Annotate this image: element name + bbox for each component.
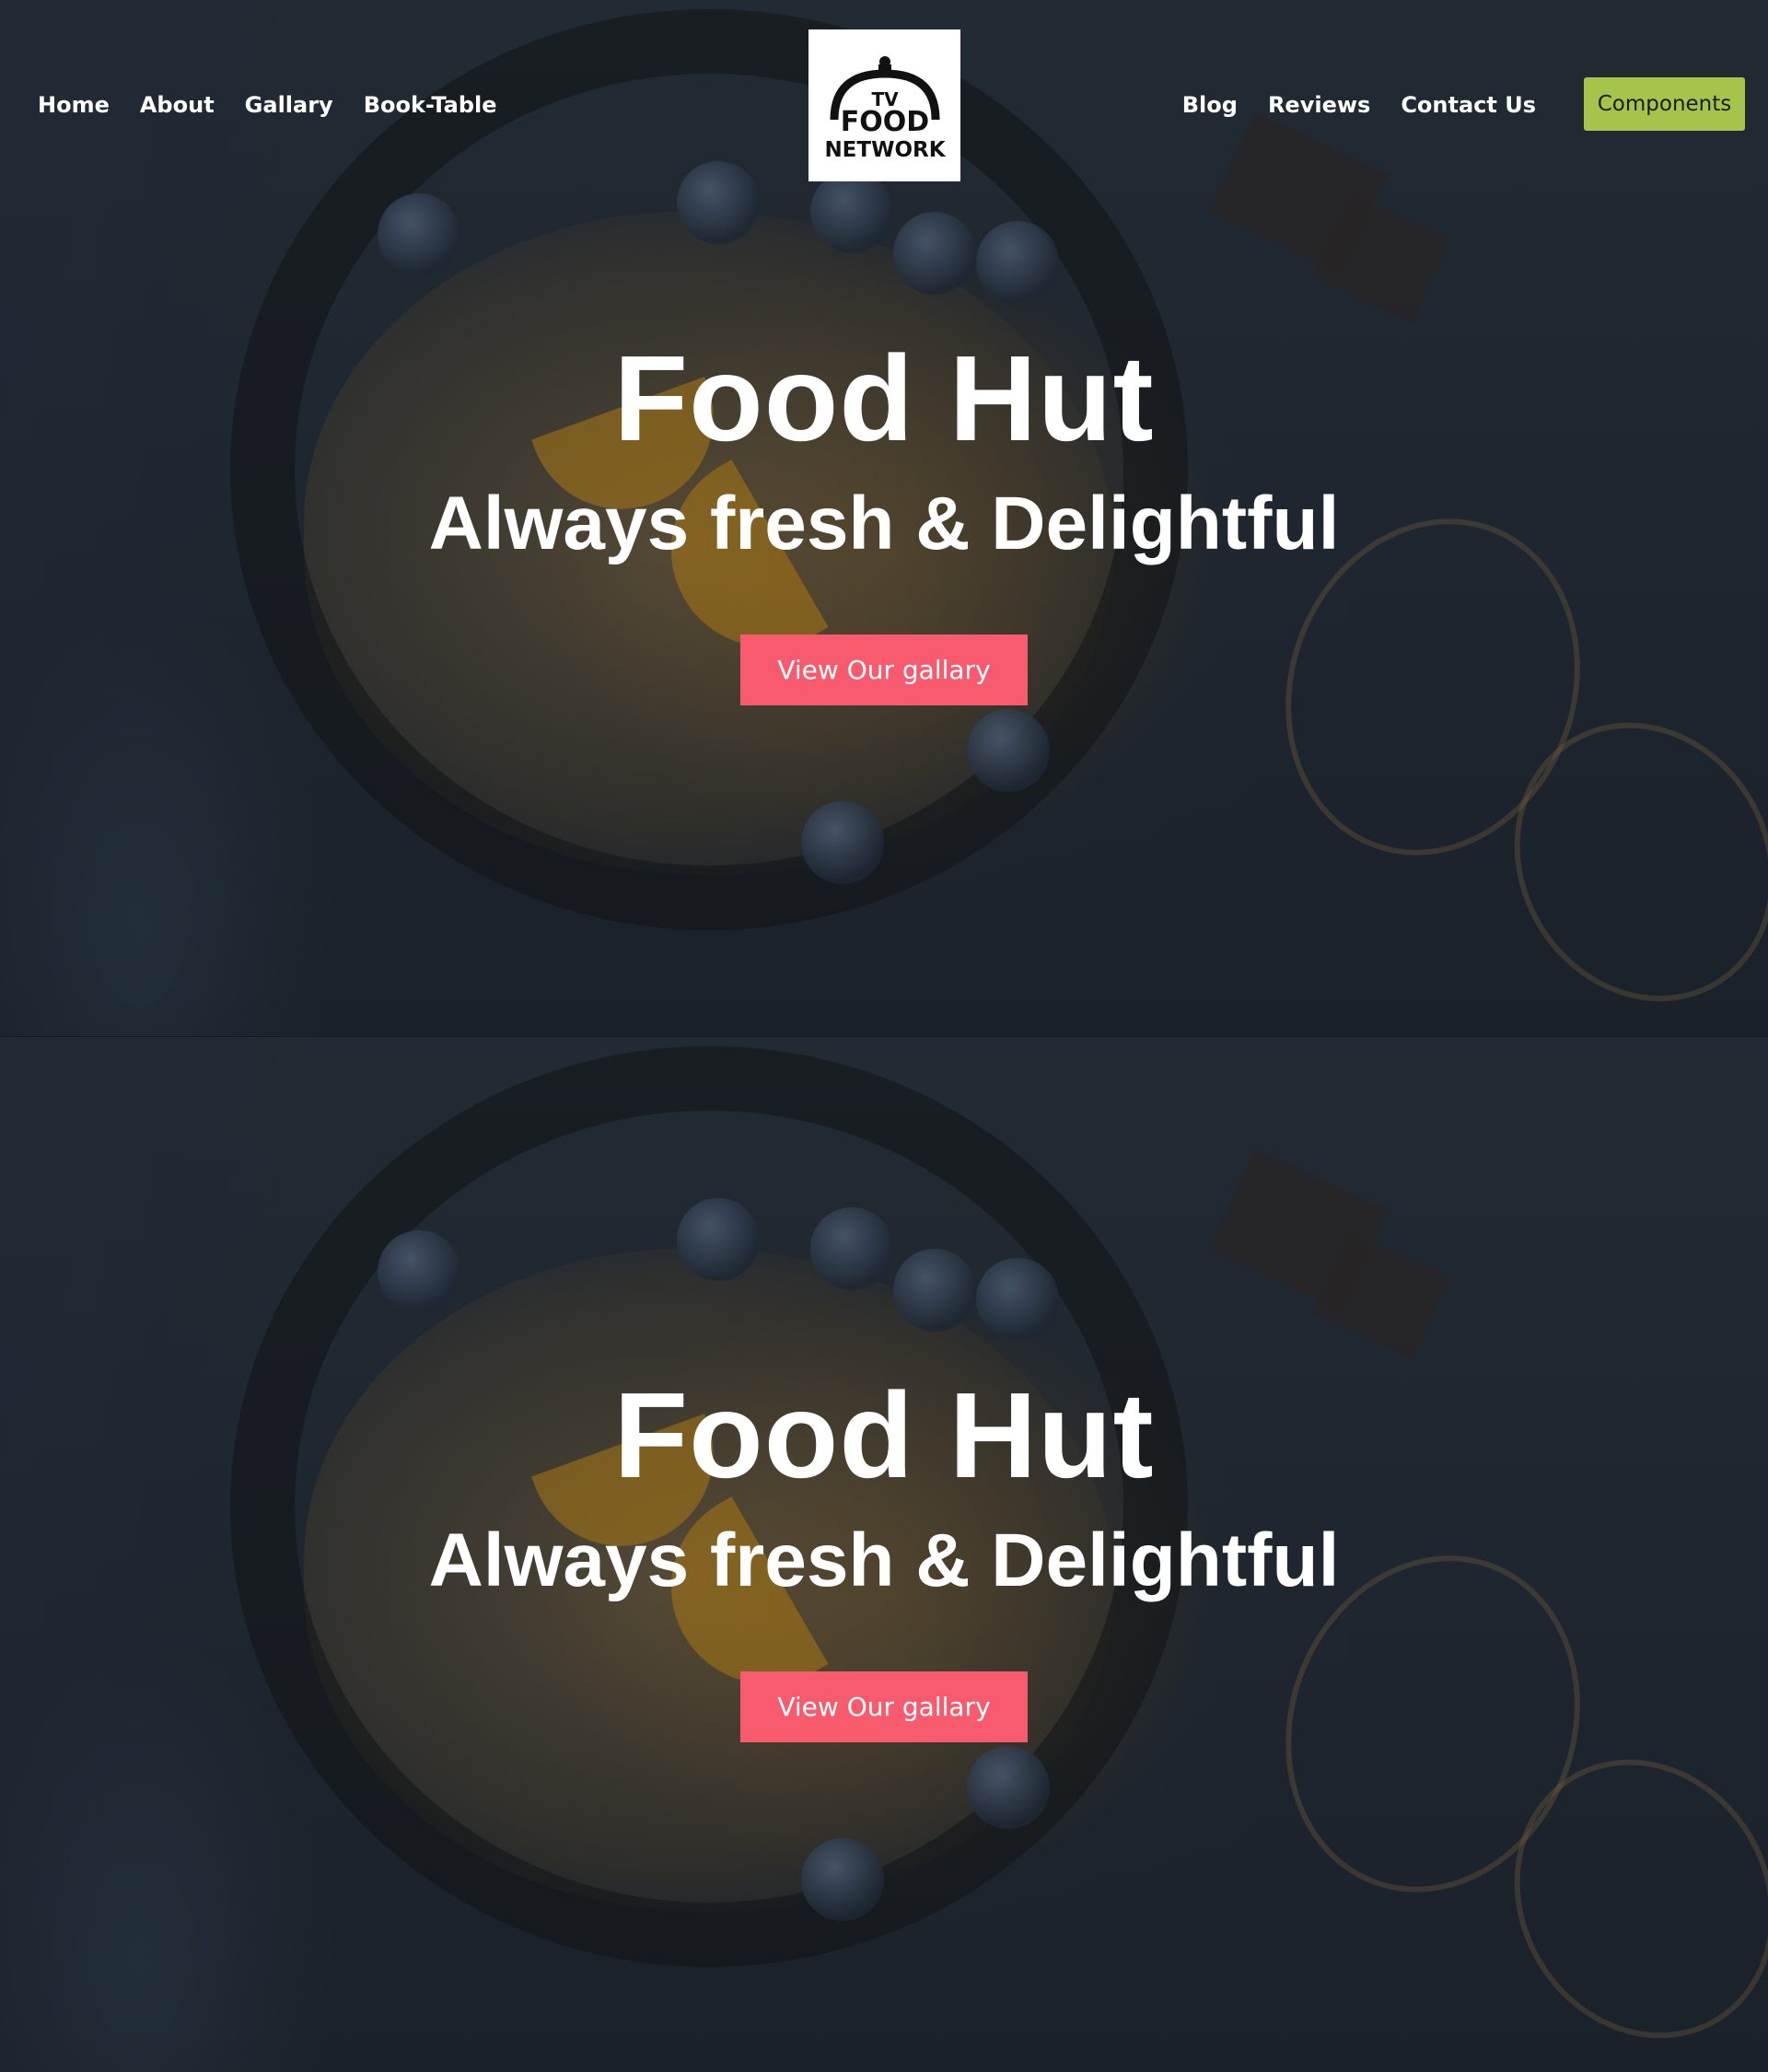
background-berry (677, 1198, 760, 1281)
nav-right-group: Blog Reviews Contact Us (1182, 92, 1536, 118)
nav-link-blog[interactable]: Blog (1182, 92, 1238, 118)
nav-link-book-table[interactable]: Book-Table (364, 92, 497, 118)
hero-title: Food Hut (613, 331, 1155, 466)
hero-subtitle: Always fresh & Delightful (428, 482, 1340, 565)
background-berry (976, 1258, 1059, 1341)
view-gallery-button[interactable]: View Our gallary (740, 634, 1028, 705)
background-berry (801, 1838, 884, 1921)
hero-content-2: Food Hut Always fresh & Delightful View … (0, 1368, 1768, 1742)
svg-text:FOOD: FOOD (840, 106, 928, 138)
food-network-logo-icon: TV FOOD NETWORK (824, 55, 946, 162)
hero-section: Home About Gallary Book-Table TV FOOD NE… (0, 0, 1768, 1036)
background-berry (810, 1207, 893, 1290)
nav-link-home[interactable]: Home (38, 92, 110, 118)
nav-link-gallery[interactable]: Gallary (245, 92, 333, 118)
hero-section-2: Food Hut Always fresh & Delightful View … (0, 1036, 1768, 2072)
background-berry (378, 1230, 460, 1313)
background-berry (967, 709, 1050, 792)
nav-link-contact-us[interactable]: Contact Us (1401, 92, 1536, 118)
hero-content: Food Hut Always fresh & Delightful View … (0, 332, 1768, 705)
site-logo[interactable]: TV FOOD NETWORK (808, 29, 960, 181)
main-navigation: Home About Gallary Book-Table TV FOOD NE… (0, 0, 1768, 184)
background-berry (893, 1249, 976, 1332)
hero-title-2: Food Hut (613, 1368, 1155, 1503)
background-berry (976, 221, 1059, 304)
nav-link-about[interactable]: About (140, 92, 215, 118)
nav-left-group: Home About Gallary Book-Table (38, 92, 528, 118)
svg-text:NETWORK: NETWORK (824, 138, 946, 162)
hero-subtitle-2: Always fresh & Delightful (428, 1519, 1340, 1602)
background-berry (893, 212, 976, 295)
view-gallery-button-2[interactable]: View Our gallary (740, 1671, 1028, 1742)
nav-link-reviews[interactable]: Reviews (1268, 92, 1370, 118)
background-berry (967, 1746, 1050, 1829)
background-berry (801, 801, 884, 884)
components-button[interactable]: Components (1584, 77, 1745, 131)
background-berry (378, 193, 460, 276)
